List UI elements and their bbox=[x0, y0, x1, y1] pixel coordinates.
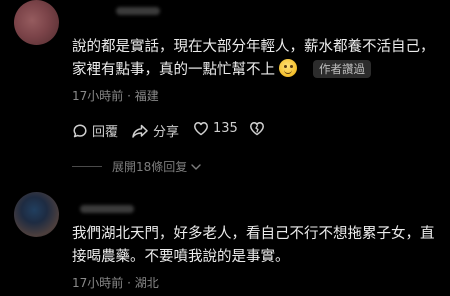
comment-meta: 17小時前 · 湖北 bbox=[72, 276, 159, 290]
like-count: 135 bbox=[213, 121, 238, 136]
reply-button[interactable]: 回覆 bbox=[72, 121, 118, 140]
dislike-button[interactable] bbox=[249, 121, 269, 136]
expand-divider bbox=[72, 166, 102, 167]
commenter-name-blurred[interactable] bbox=[116, 7, 160, 15]
commenter-name-blurred[interactable] bbox=[80, 205, 134, 213]
comment-meta: 17小時前 · 福建 bbox=[72, 89, 159, 103]
chevron-down-icon bbox=[191, 163, 201, 170]
like-button[interactable]: 135 bbox=[193, 121, 238, 136]
comment-text-line-2: 家裡有點事，真的一點忙幫不上 作者讚過 bbox=[72, 58, 371, 82]
broken-heart-icon bbox=[250, 122, 264, 136]
comment-text-line-1: 我們湖北天門，好多老人，看自己不行不想拖累子女，直 bbox=[72, 226, 435, 242]
reply-label: 回覆 bbox=[92, 125, 119, 140]
smiling-emoji-icon bbox=[279, 59, 297, 77]
share-label: 分享 bbox=[153, 125, 180, 140]
share-icon bbox=[132, 124, 148, 138]
comment-icon bbox=[73, 123, 87, 137]
comment-text-line-2-content: 家裡有點事，真的一點忙幫不上 bbox=[72, 62, 275, 78]
heart-icon bbox=[194, 122, 208, 136]
expand-replies-button[interactable]: 展開18條回复 bbox=[72, 158, 202, 175]
comment-text-line-1: 說的都是實話，現在大部分年輕人，薪水都養不活自己， bbox=[72, 39, 435, 55]
share-button[interactable]: 分享 bbox=[131, 121, 179, 140]
commenter-avatar[interactable] bbox=[14, 192, 59, 237]
commenter-avatar[interactable] bbox=[14, 0, 59, 45]
comment-text-line-2: 接喝農藥。不要噴我說的是事實。 bbox=[72, 249, 290, 265]
author-liked-badge: 作者讚過 bbox=[313, 60, 371, 78]
expand-replies-label: 展開18條回复 bbox=[112, 160, 188, 174]
